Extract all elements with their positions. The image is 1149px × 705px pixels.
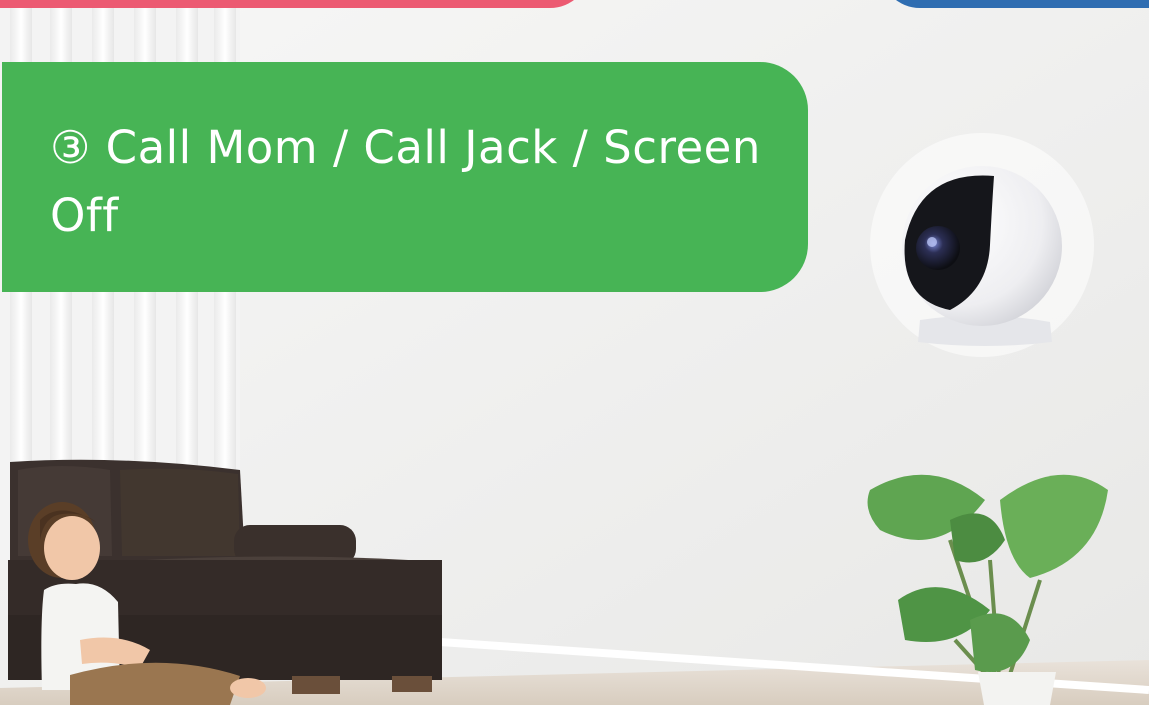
banner-text: ③ Call Mom / Call Jack / Screen Off xyxy=(50,121,761,242)
top-right-pill xyxy=(880,0,1149,8)
ad-panel: ③ Call Mom / Call Jack / Screen Off xyxy=(0,0,1149,705)
security-camera-icon xyxy=(870,133,1094,357)
top-left-pill xyxy=(0,0,590,8)
feature-banner: ③ Call Mom / Call Jack / Screen Off xyxy=(2,62,808,292)
